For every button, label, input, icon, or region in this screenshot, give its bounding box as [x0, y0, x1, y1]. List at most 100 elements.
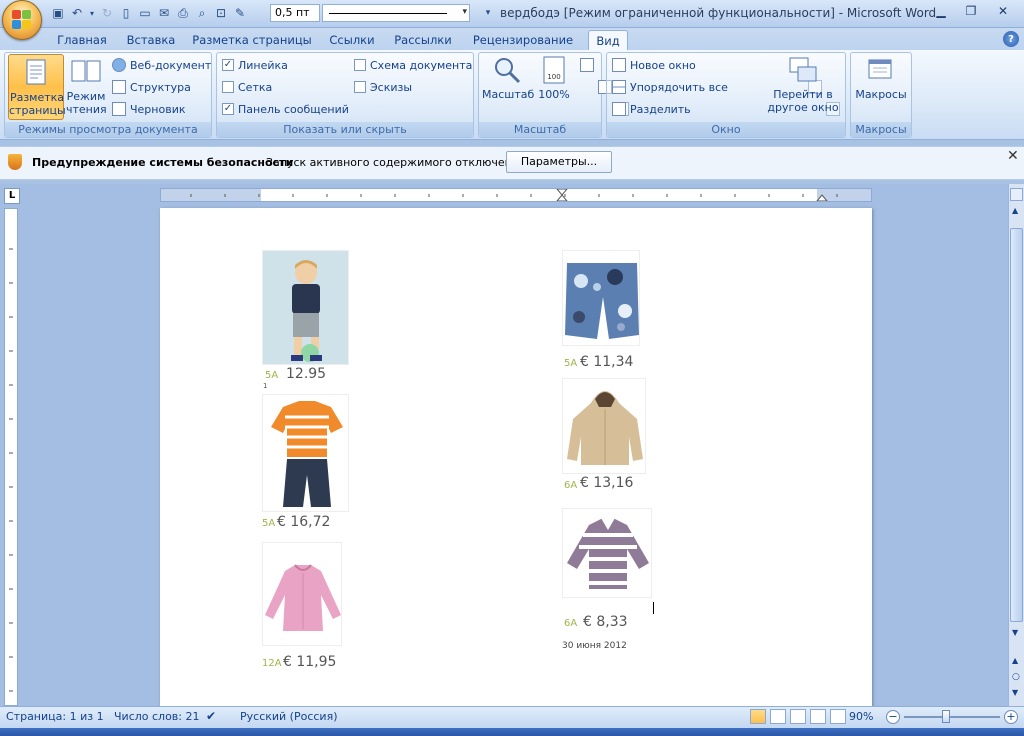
windows-taskbar [0, 728, 1024, 736]
one-page-icon[interactable] [580, 58, 594, 72]
draft-button[interactable]: Черновик [112, 101, 186, 117]
split-icon [612, 102, 626, 116]
horizontal-ruler[interactable] [160, 188, 872, 202]
print-icon[interactable]: ⎙ [175, 5, 191, 21]
tab-selector[interactable]: L [4, 188, 20, 204]
product-image-boy-outfit [262, 250, 349, 365]
outline-button[interactable]: Структура [112, 79, 191, 95]
ruler-ticks [9, 248, 13, 692]
open-folder-icon[interactable]: ⊡ [213, 5, 229, 21]
spelling-icon[interactable]: ✔ [206, 709, 224, 724]
grid-label: Сетка [238, 80, 273, 94]
book-icon[interactable]: ▭ [137, 5, 153, 21]
reading-view-button[interactable]: Режим чтения [66, 56, 107, 120]
undo-icon[interactable]: ↶ [69, 5, 85, 21]
vertical-ruler[interactable] [4, 208, 18, 706]
undo-dropdown-icon[interactable]: ▾ [88, 5, 96, 21]
tab-references[interactable]: Ссылки [322, 30, 382, 50]
web-layout-button[interactable]: Веб-документ [112, 57, 211, 73]
zoom-slider-thumb[interactable] [942, 710, 950, 723]
maximize-button[interactable]: ❐ [958, 2, 984, 20]
grid-checkbox[interactable]: Сетка [222, 79, 272, 95]
ruler-label: Линейка [238, 58, 288, 72]
print-preview-icon[interactable]: ⌕ [194, 5, 210, 21]
word-count[interactable]: Число слов: 21 [114, 710, 200, 723]
arrange-all-button[interactable]: Упорядочить все [612, 79, 728, 95]
scroll-up-icon[interactable]: ▲ [1012, 206, 1018, 215]
security-warning-message: Запуск активного содержимого отключен. [266, 156, 516, 169]
boy-figure-icon [291, 260, 322, 362]
print-layout-view-icon[interactable] [750, 709, 766, 724]
scroll-down-icon[interactable]: ▼ [1012, 628, 1018, 637]
font-size-input[interactable]: 0,5 пт [270, 4, 320, 22]
zoom-level[interactable]: 90% [849, 710, 873, 723]
close-icon[interactable]: ✕ [1007, 148, 1019, 164]
select-browse-object-icon[interactable]: ○ [1012, 672, 1020, 682]
options-button[interactable]: Параметры... [506, 151, 612, 173]
redo-icon[interactable]: ↻ [99, 5, 115, 21]
reading-label: Режим чтения [66, 90, 107, 116]
product-image-floral-shorts [562, 250, 640, 346]
zoom-100-button[interactable]: 100 100% [536, 54, 572, 118]
edit-icon[interactable]: ✎ [232, 5, 248, 21]
product-price: € 13,16 [580, 475, 634, 491]
product-image-striped-polo [562, 508, 652, 598]
ruler-toggle-icon[interactable] [1010, 188, 1023, 201]
product-size: 12А [262, 658, 282, 669]
page-layout-view-button[interactable]: Разметка страницы [8, 54, 66, 120]
shirt-shorts-icon [271, 401, 343, 507]
outline-view-icon[interactable] [810, 709, 826, 724]
zoom-slider-track[interactable] [904, 716, 1000, 718]
split-button[interactable]: Разделить [612, 101, 691, 117]
magnifier-icon [491, 54, 523, 86]
macros-label: Макросы [855, 88, 907, 101]
tab-page-layout[interactable]: Разметка страницы [190, 30, 314, 50]
zoom-out-icon[interactable]: − [886, 710, 900, 724]
close-button[interactable]: ✕ [990, 2, 1016, 20]
tab-home[interactable]: Главная [50, 30, 114, 50]
office-button[interactable] [2, 0, 42, 40]
product-price: € 11,34 [580, 354, 634, 370]
page-count[interactable]: Страница: 1 из 1 [6, 710, 104, 723]
message-bar-checkbox[interactable]: ✓ Панель сообщений [222, 101, 349, 117]
switch-window-button[interactable]: Перейти в другое окно [764, 54, 842, 120]
scrollbar-thumb[interactable] [1010, 228, 1023, 622]
line-style-dropdown[interactable]: ▾ [322, 4, 470, 22]
arrange-icon [612, 80, 626, 94]
page-100-icon: 100 [538, 54, 570, 86]
group-label: Окно [607, 122, 845, 137]
thumbnails-checkbox[interactable]: Эскизы [354, 79, 412, 95]
document-map-checkbox[interactable]: Схема документа [354, 57, 472, 73]
web-icon [112, 58, 126, 72]
draft-view-icon[interactable] [830, 709, 846, 724]
reading-icon [70, 56, 102, 88]
switch-window-label-2: другое окно [767, 101, 839, 114]
previous-page-icon[interactable]: ▲ [1012, 656, 1018, 665]
mail-icon[interactable]: ✉ [156, 5, 172, 21]
ruler-checkbox[interactable]: ✓ Линейка [222, 57, 288, 73]
group-label: Макросы [851, 122, 911, 137]
tab-review[interactable]: Рецензирование [468, 30, 578, 50]
minimize-button[interactable]: ▁ [928, 2, 954, 20]
zoom-in-icon[interactable]: + [1004, 710, 1018, 724]
customize-qat-icon[interactable]: ▾ [480, 5, 496, 21]
zoom-button[interactable]: Масштаб [482, 54, 535, 118]
checkbox-unchecked [222, 81, 234, 93]
save-icon[interactable]: ▣ [50, 5, 66, 21]
full-screen-reading-icon[interactable] [770, 709, 786, 724]
vertical-scrollbar[interactable]: ▲ ▼ ▲ ○ ▼ [1008, 184, 1024, 706]
new-window-button[interactable]: Новое окно [612, 57, 696, 73]
macros-button[interactable]: Макросы [852, 54, 910, 118]
tab-mailings[interactable]: Рассылки [390, 30, 456, 50]
text-cursor [653, 602, 654, 614]
web-layout-view-icon[interactable] [790, 709, 806, 724]
zoom-label: Масштаб [482, 88, 535, 101]
next-page-icon[interactable]: ▼ [1012, 688, 1018, 697]
tab-insert[interactable]: Вставка [120, 30, 182, 50]
help-icon[interactable]: ? [1003, 31, 1019, 47]
language-indicator[interactable]: Русский (Россия) [240, 710, 338, 723]
tab-view[interactable]: Вид [588, 30, 628, 50]
switch-window-icon [787, 54, 819, 86]
checkbox-checked: ✓ [222, 59, 234, 71]
new-document-icon[interactable]: ▯ [118, 5, 134, 21]
